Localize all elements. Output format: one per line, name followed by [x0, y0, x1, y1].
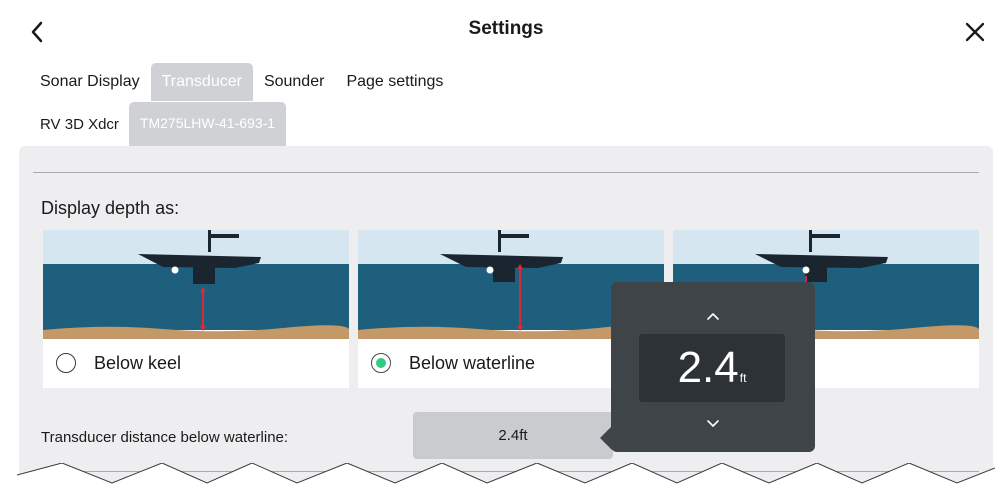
- tab-bar: Sonar Display Transducer Sounder Page se…: [31, 62, 454, 102]
- radio-selected-dot: [376, 358, 386, 368]
- tab-sounder[interactable]: Sounder: [253, 63, 336, 101]
- distance-value-button[interactable]: 2.4ft: [413, 412, 613, 459]
- option-label: Below waterline: [409, 352, 536, 373]
- distance-label: Transducer distance below waterline:: [41, 429, 289, 446]
- option-below-keel[interactable]: Below keel: [43, 230, 349, 388]
- radio-below-keel[interactable]: [56, 353, 76, 373]
- below-keel-illustration: [43, 230, 349, 339]
- tab-page-settings[interactable]: Page settings: [335, 63, 454, 101]
- chevron-up-icon: [707, 313, 719, 320]
- close-button[interactable]: [959, 16, 991, 48]
- header: Settings: [17, 8, 995, 58]
- value-number: 2.4: [677, 343, 739, 392]
- value-stepper-popup: 2.4 ft: [611, 282, 815, 452]
- decrement-button[interactable]: [611, 406, 815, 442]
- transducer-selector: RV 3D Xdcr TM275LHW-41-693-1: [31, 102, 287, 146]
- tab-transducer[interactable]: Transducer: [150, 63, 253, 101]
- settings-panel: Display depth as: Below keel Below water…: [19, 146, 993, 484]
- value-unit: ft: [739, 371, 747, 385]
- depth-options: Below keel Below waterline: [43, 230, 979, 388]
- transducer-model-tab[interactable]: TM275LHW-41-693-1: [128, 102, 287, 146]
- torn-edge: [17, 463, 995, 484]
- page-title: Settings: [468, 18, 544, 39]
- chevron-down-icon: [707, 420, 719, 427]
- tab-sonar-display[interactable]: Sonar Display: [31, 63, 151, 101]
- close-icon: [965, 22, 985, 42]
- transducer-label: RV 3D Xdcr: [40, 115, 119, 133]
- radio-below-waterline[interactable]: [371, 353, 391, 373]
- divider: [33, 172, 979, 173]
- value-display[interactable]: 2.4 ft: [639, 334, 785, 402]
- option-label: Below keel: [94, 352, 182, 373]
- section-title: Display depth as:: [41, 198, 180, 218]
- increment-button[interactable]: [611, 298, 815, 334]
- settings-window: Settings Sonar Display Transducer Sounde…: [17, 8, 995, 484]
